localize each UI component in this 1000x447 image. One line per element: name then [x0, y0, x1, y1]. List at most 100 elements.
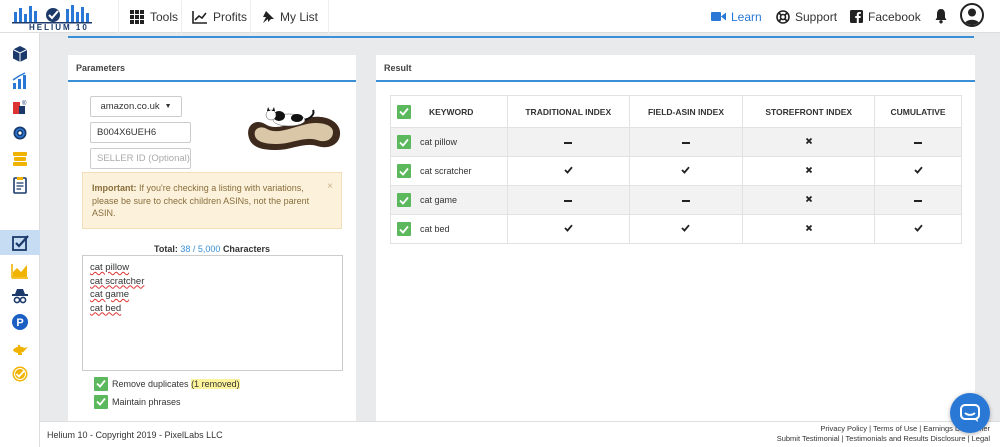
header-traditional-index[interactable]: Traditional Index: [506, 95, 630, 128]
storefront-index-cell: [742, 156, 876, 186]
sidebar-frankenstein[interactable]: [0, 172, 40, 197]
logo-bars-icon: [12, 5, 92, 24]
checkmark-icon: [399, 107, 409, 116]
keyword-line: cat pillow: [90, 262, 130, 273]
character-total: Total: 38 / 5,000 Characters: [82, 244, 342, 254]
close-icon[interactable]: ×: [327, 181, 333, 194]
grid-icon: [130, 9, 144, 24]
select-all-checkbox[interactable]: [397, 104, 411, 119]
sidebar-scribbles[interactable]: [0, 120, 40, 145]
cumulative-cell: [874, 127, 962, 157]
index-results-table: Keyword Traditional Index Field-Asin Ind…: [390, 95, 962, 244]
traditional-index-cell: [506, 156, 630, 186]
user-avatar[interactable]: [960, 3, 984, 27]
parking-p-icon: P: [12, 313, 28, 330]
area-chart-icon: [11, 263, 28, 279]
product-image: [243, 96, 344, 156]
field-asin-index-cell: [628, 214, 744, 244]
tools-sidebar: ® P: [0, 33, 40, 447]
pin-icon: [263, 10, 274, 23]
storefront-index-cell: [742, 214, 876, 244]
header-storefront-index[interactable]: Storefront Index: [742, 95, 876, 128]
facebook-icon: [850, 10, 863, 23]
top-accent-line: [68, 36, 974, 38]
nav-tools[interactable]: Tools: [118, 0, 188, 33]
clipboard-icon: [13, 176, 27, 194]
dash-icon: [681, 142, 690, 144]
sidebar-misspellinator[interactable]: ®: [0, 94, 40, 119]
video-camera-icon: [711, 12, 726, 21]
nav-profits[interactable]: Profits: [181, 0, 257, 33]
cross-icon: [805, 166, 812, 174]
sidebar-keyword-tracker[interactable]: [0, 257, 40, 282]
field-asin-index-cell: [628, 127, 744, 157]
keyword-line: cat game: [90, 289, 130, 300]
nav-profits-label: Profits: [213, 9, 248, 24]
asin-input[interactable]: B004X6UEH6: [90, 122, 191, 143]
remove-duplicates-option[interactable]: Remove duplicates (1 removed): [94, 376, 240, 391]
header-cumulative[interactable]: Cumulative: [874, 95, 962, 128]
checkmark-icon: [399, 138, 409, 147]
copyright-text: Helium 10 - Copyright 2019 - PixelLabs L…: [47, 430, 223, 440]
traditional-index-cell: [506, 214, 630, 244]
sidebar-magnet[interactable]: [0, 68, 40, 93]
storefront-index-cell: [742, 185, 876, 215]
total-count: 38 / 5,000: [180, 244, 221, 254]
nav-learn-label: Learn: [731, 9, 762, 24]
checkmark-icon: [681, 166, 691, 174]
keyword-line: cat bed: [90, 302, 122, 314]
header-field-asin-index[interactable]: Field-Asin Index: [628, 95, 744, 128]
maintain-phrases-option[interactable]: Maintain phrases: [94, 394, 181, 409]
removed-count-note: (1 removed): [191, 378, 240, 389]
cross-icon: [805, 224, 812, 232]
checkmark-icon: [681, 224, 691, 232]
sidebar-black-box[interactable]: [0, 41, 40, 66]
chat-button[interactable]: [950, 393, 990, 433]
dash-icon: [564, 200, 573, 202]
keyword-cell: cat bed: [390, 214, 508, 244]
bar-chart-icon: [12, 71, 26, 89]
misspellinator-icon: ®: [13, 100, 27, 114]
sidebar-inventory-protector[interactable]: [0, 283, 40, 308]
marketplace-select[interactable]: amazon.co.uk ▼: [90, 96, 182, 117]
remove-duplicates-label: Remove duplicates: [112, 378, 189, 389]
dash-icon: [564, 142, 573, 144]
dash-icon: [914, 200, 923, 202]
row-checkbox[interactable]: [397, 193, 411, 207]
bell-icon[interactable]: [934, 8, 948, 27]
table-row: cat pillow: [390, 127, 962, 157]
maintain-phrases-checkbox[interactable]: [94, 394, 108, 409]
nav-support[interactable]: Support: [776, 0, 837, 33]
nav-learn[interactable]: Learn: [711, 0, 762, 33]
nav-tools-label: Tools: [150, 9, 179, 24]
traditional-index-cell: [506, 127, 630, 157]
keyword-text: cat bed: [420, 224, 450, 234]
keywords-textarea[interactable]: cat pillow cat scratcher cat game cat be…: [82, 255, 343, 371]
remove-duplicates-checkbox[interactable]: [94, 376, 108, 391]
row-checkbox[interactable]: [397, 164, 411, 178]
nav-facebook-label: Facebook: [868, 9, 921, 24]
sidebar-genie[interactable]: [0, 335, 40, 360]
storefront-index-cell: [742, 127, 876, 157]
svg-text:P: P: [16, 317, 23, 329]
sidebar-profits[interactable]: P: [0, 309, 40, 334]
helium10-logo[interactable]: HELIUM 10: [8, 2, 100, 32]
seller-id-input[interactable]: SELLER ID (Optional): [90, 148, 191, 169]
checkmark-icon: [399, 225, 409, 234]
row-checkbox[interactable]: [397, 222, 411, 236]
keyword-cell: cat game: [390, 185, 508, 215]
nav-my-list-label: My List: [280, 9, 319, 24]
nav-my-list[interactable]: My List: [250, 0, 330, 33]
footer-links-line2[interactable]: Submit Testimonial | Testimonials and Re…: [777, 434, 990, 444]
row-checkbox[interactable]: [397, 135, 411, 149]
sidebar-alerts[interactable]: [0, 361, 40, 386]
stack-icon: [13, 151, 27, 166]
nav-facebook[interactable]: Facebook: [850, 0, 921, 33]
chat-icon: [960, 404, 980, 422]
spy-icon: [12, 288, 28, 303]
table-row: cat game: [390, 185, 962, 215]
sidebar-index-checker-alt[interactable]: [0, 146, 40, 171]
sidebar-index-checker[interactable]: [0, 230, 40, 255]
maintain-phrases-label: Maintain phrases: [112, 396, 181, 407]
checkmark-icon: [564, 224, 573, 232]
